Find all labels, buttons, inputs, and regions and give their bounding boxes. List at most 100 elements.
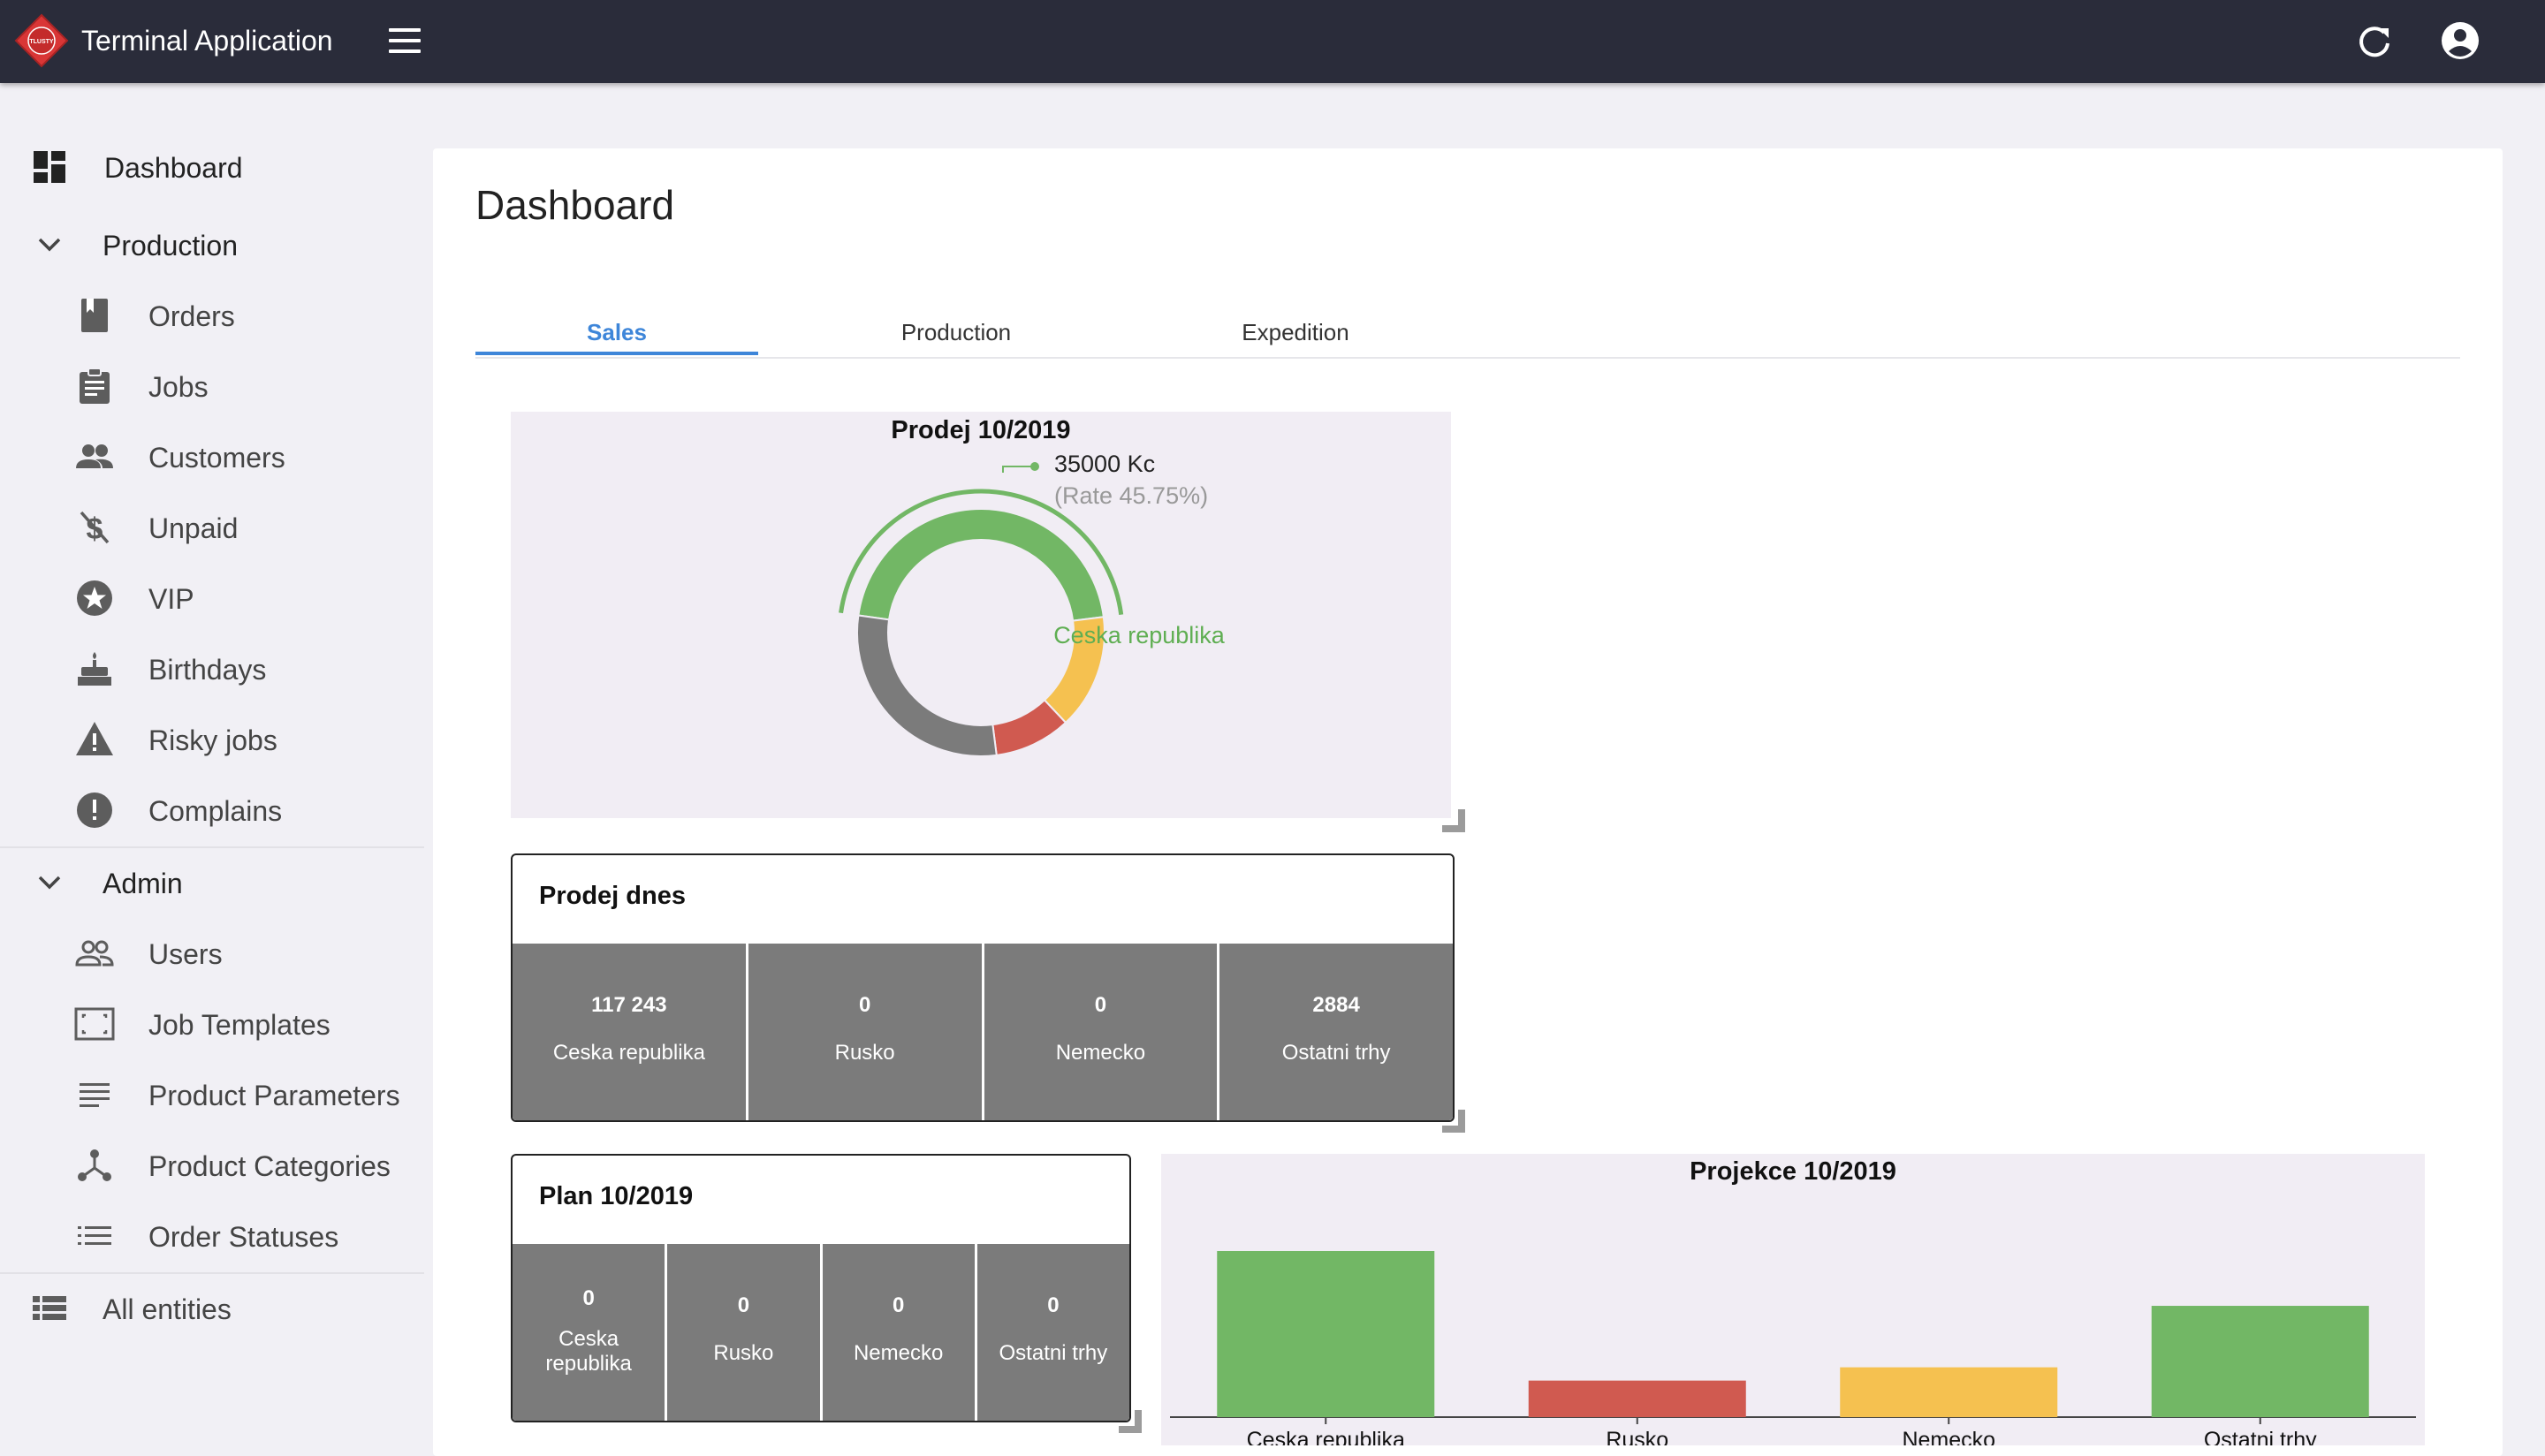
- tab-sales[interactable]: Sales: [475, 297, 758, 357]
- bar-chart: Ceska republika Rusko Nemecko Ostatni trhy: [1170, 1251, 2416, 1445]
- sidebar-item-orders[interactable]: Orders: [0, 281, 424, 352]
- stat-cell: 2884 Ostatni trhy: [1219, 944, 1453, 1120]
- sidebar: Dashboard Production Orders Jobs Custome…: [0, 83, 424, 1445]
- stat-value: 0: [582, 1286, 595, 1310]
- sidebar-item-label: Product Categories: [148, 1150, 391, 1182]
- bar-ceska-republika[interactable]: [1217, 1251, 1435, 1417]
- bar-nemecko[interactable]: [1840, 1367, 2058, 1417]
- stat-cell: 0 Ostatni trhy: [976, 1244, 1129, 1421]
- projekce-bar-widget[interactable]: Projekce 10/2019 Ceska republika Rusko Nem…: [1161, 1154, 2425, 1445]
- chevron-down-icon: [38, 238, 61, 252]
- sidebar-item-product-parameters[interactable]: Product Parameters: [0, 1060, 424, 1131]
- stat-value: 117 243: [591, 993, 667, 1017]
- stat-row: 0 Ceska republika 0 Rusko 0 Nemecko 0 Os…: [513, 1244, 1129, 1421]
- stat-value: 2884: [1312, 993, 1360, 1017]
- sidebar-item-users[interactable]: Users: [0, 919, 424, 990]
- stat-label: Nemecko: [1055, 1041, 1146, 1065]
- list-icon: [78, 1226, 111, 1245]
- page-title: Dashboard: [475, 182, 675, 228]
- sidebar-item-label: Dashboard: [104, 152, 243, 184]
- callout-dot: [1030, 462, 1039, 471]
- resize-handle[interactable]: [1119, 1410, 1142, 1433]
- sidebar-item-label: Customers: [148, 442, 285, 474]
- tab-expedition[interactable]: Expedition: [1154, 297, 1437, 357]
- error-icon: [77, 792, 112, 828]
- sidebar-item-dashboard[interactable]: Dashboard: [0, 133, 424, 203]
- sidebar-item-label: Users: [148, 938, 223, 970]
- chevron-down-icon: [38, 876, 61, 890]
- sidebar-item-risky-jobs[interactable]: Risky jobs: [0, 705, 424, 776]
- menu-icon[interactable]: [385, 23, 424, 60]
- donut-callout-value: 35000 Kc: [1054, 451, 1155, 477]
- people-icon: [76, 444, 113, 468]
- sidebar-group-label: Admin: [103, 868, 183, 899]
- sidebar-item-product-categories[interactable]: Product Categories: [0, 1131, 424, 1202]
- account-circle-icon[interactable]: [2439, 19, 2481, 62]
- bar-ostatni-trhy[interactable]: [2151, 1306, 2369, 1417]
- stat-label: Nemecko: [853, 1341, 944, 1365]
- sidebar-group-production[interactable]: Production: [0, 210, 424, 281]
- sidebar-item-label: All entities: [103, 1293, 232, 1325]
- star-circle-icon: [77, 580, 112, 616]
- sidebar-item-label: Jobs: [148, 371, 209, 403]
- refresh-icon[interactable]: [2354, 21, 2395, 62]
- sidebar-item-label: Product Parameters: [148, 1080, 400, 1111]
- sales-donut-widget[interactable]: Prodej 10/2019 Ceska republika 35000 Kc …: [511, 412, 1451, 818]
- tab-bar: Sales Production Expedition: [475, 297, 2460, 359]
- resize-handle[interactable]: [1442, 809, 1465, 832]
- warning-icon: [76, 722, 113, 755]
- stat-value: 0: [1047, 1293, 1060, 1317]
- sidebar-item-label: Birthdays: [148, 654, 267, 686]
- stat-label: Ceska republika: [552, 1041, 705, 1065]
- stat-value: 0: [892, 1293, 905, 1317]
- donut-slice-ostatni-trhy[interactable]: [856, 614, 998, 757]
- tab-active-indicator: [475, 352, 758, 355]
- bar-rusko[interactable]: [1528, 1380, 1746, 1417]
- donut-slice-ceska-republika[interactable]: [857, 508, 1105, 622]
- stat-value: 0: [737, 1293, 750, 1317]
- cake-icon: [78, 652, 111, 686]
- sidebar-item-vip[interactable]: VIP: [0, 564, 424, 634]
- app-logo[interactable]: TLUSTY: [14, 13, 69, 68]
- stat-cell: 0 Nemecko: [822, 1244, 975, 1421]
- sidebar-item-complains[interactable]: Complains: [0, 776, 424, 846]
- clipboard-icon: [80, 368, 110, 404]
- sidebar-item-birthdays[interactable]: Birthdays: [0, 634, 424, 705]
- sidebar-item-order-statuses[interactable]: Order Statuses: [0, 1202, 424, 1272]
- stat-cell: 0 Nemecko: [984, 944, 1218, 1120]
- top-app-bar: TLUSTY Terminal Application: [0, 0, 2545, 83]
- sidebar-item-job-templates[interactable]: Job Templates: [0, 990, 424, 1060]
- svg-text:TLUSTY: TLUSTY: [29, 39, 54, 45]
- sidebar-group-admin[interactable]: Admin: [0, 848, 424, 919]
- stat-cell: 0 Rusko: [667, 1244, 820, 1421]
- resize-handle[interactable]: [1442, 1110, 1465, 1133]
- tab-production[interactable]: Production: [815, 297, 1098, 357]
- x-tick-label: Ostatni trhy: [2204, 1428, 2317, 1445]
- stat-value: 0: [858, 993, 871, 1017]
- stat-cell: 117 243 Ceska republika: [513, 944, 746, 1120]
- book-icon: [81, 299, 108, 332]
- card-title: Plan 10/2019: [539, 1182, 694, 1210]
- stat-label: Ceska republika: [545, 1327, 632, 1376]
- stat-label: Ostatni trhy: [999, 1341, 1108, 1365]
- money-off-icon: $: [80, 511, 110, 546]
- sidebar-item-customers[interactable]: Customers: [0, 422, 424, 493]
- dashboard-icon: [34, 151, 65, 183]
- sidebar-item-jobs[interactable]: Jobs: [0, 352, 424, 422]
- view-list-icon: [33, 1296, 66, 1320]
- sidebar-item-label: Orders: [148, 300, 235, 332]
- sidebar-item-all-entities[interactable]: All entities: [0, 1274, 424, 1345]
- x-tick-label: Nemecko: [1902, 1428, 1995, 1445]
- stat-cell: 0 Rusko: [748, 944, 982, 1120]
- sidebar-item-label: VIP: [148, 583, 194, 615]
- tree-icon: [78, 1149, 111, 1181]
- x-tick-label: Ceska republika: [1247, 1428, 1405, 1445]
- plan-card: Plan 10/2019 0 Ceska republika 0 Rusko 0…: [511, 1154, 1131, 1422]
- stat-row: 117 243 Ceska republika 0 Rusko 0 Nemeck…: [513, 944, 1453, 1120]
- sidebar-group-label: Production: [103, 230, 238, 262]
- stat-cell: 0 Ceska republika: [513, 1244, 665, 1421]
- app-title: Terminal Application: [81, 25, 333, 57]
- x-tick-label: Rusko: [1606, 1428, 1668, 1445]
- stat-label: Rusko: [713, 1341, 774, 1365]
- sidebar-item-unpaid[interactable]: $ Unpaid: [0, 493, 424, 564]
